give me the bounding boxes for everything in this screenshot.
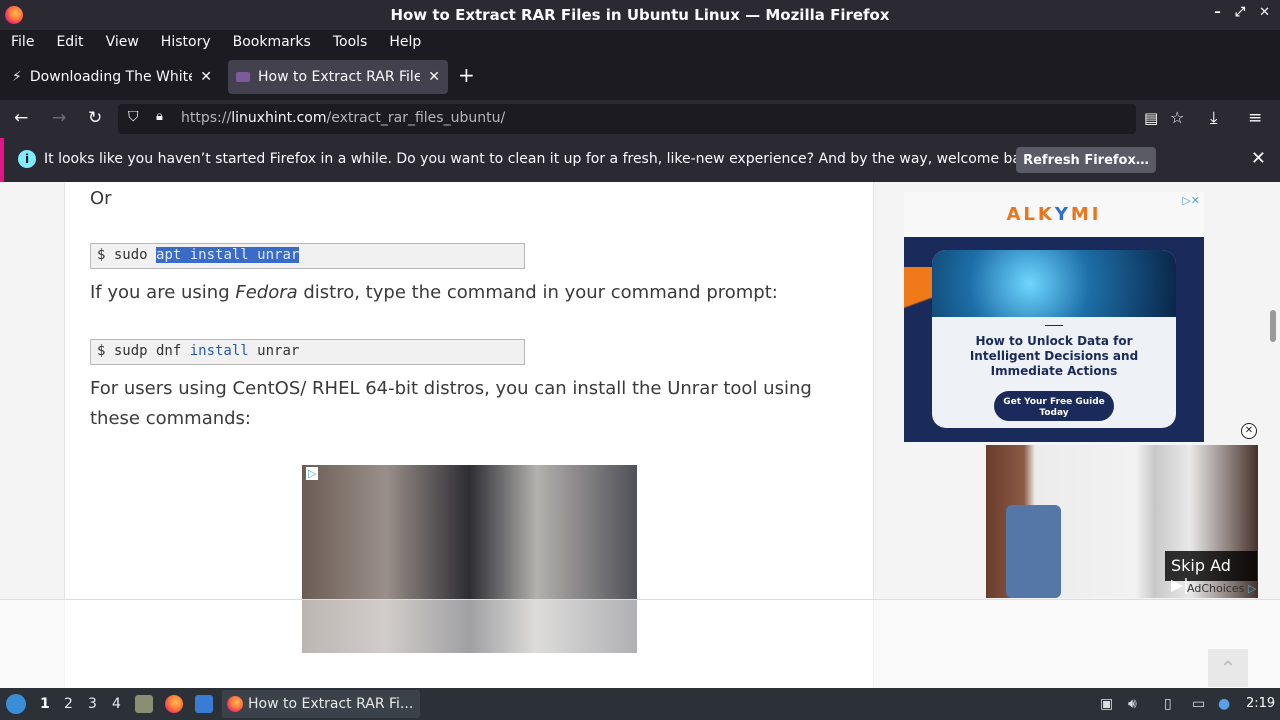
shield-icon[interactable]: ⛉ [128, 109, 139, 125]
tab-title: How to Extract RAR Files [258, 69, 421, 85]
circuit-image [932, 250, 1176, 317]
url-prefix: https:// [181, 110, 232, 126]
window-title: How to Extract RAR Files in Ubuntu Linux… [390, 6, 890, 24]
minimize-icon[interactable]: – [1214, 5, 1221, 20]
url-bar[interactable]: ⛉ 🔒︎ https://linuxhint.com/extract_rar_f… [118, 104, 1184, 134]
close-window-icon[interactable]: ✕ [1259, 5, 1270, 20]
close-notification-icon[interactable]: ✕ [1251, 148, 1266, 169]
notification-message: It looks like you haven’t started Firefo… [44, 151, 1043, 167]
bookmark-star-icon[interactable]: ☆ [1170, 108, 1184, 127]
brand-part: MI [1070, 204, 1102, 225]
ad-card: How to Unlock Data for Intelligent Decis… [932, 250, 1176, 428]
brand-part: ALK [1006, 204, 1055, 225]
get-guide-button[interactable]: Get Your Free Guide Today [994, 391, 1114, 421]
url-path: /extract_rar_files_ubuntu/ [326, 110, 506, 126]
navigation-toolbar: ← → ↻ ⛉ 🔒︎ https://linuxhint.com/extract… [0, 100, 1280, 138]
menu-edit[interactable]: Edit [45, 34, 94, 50]
code-keyword: install [189, 343, 249, 359]
clipboard-icon[interactable]: ▯ [1164, 696, 1172, 712]
file-manager-icon[interactable] [135, 695, 153, 713]
fedora-text-after: distro, type the command in your command… [297, 282, 778, 303]
task-title: How to Extract RAR Fi... [248, 696, 414, 712]
url-text[interactable]: https://linuxhint.com/extract_rar_files_… [181, 110, 505, 126]
firefox-launcher-icon[interactable] [165, 695, 183, 713]
adchoices-text: AdChoices [1187, 582, 1245, 595]
start-menu-icon[interactable] [6, 694, 26, 714]
code-prompt: $ sudp dnf [97, 343, 190, 359]
workspace-2[interactable]: 2 [64, 696, 73, 712]
menu-view[interactable]: View [95, 34, 150, 50]
window-titlebar: How to Extract RAR Files in Ubuntu Linux… [0, 0, 1280, 30]
divider [1045, 325, 1063, 326]
code-block-apt[interactable]: $ sudo apt install unrar [90, 243, 525, 269]
code-block-dnf[interactable]: $ sudp dnf install unrar [90, 339, 525, 365]
close-video-ad-icon[interactable]: ✕ [1241, 423, 1257, 439]
sticky-ad-overlay [0, 599, 1280, 688]
notification-bar: i It looks like you haven’t started Fire… [0, 138, 1280, 182]
ad-headline: How to Unlock Data for Intelligent Decis… [969, 334, 1139, 378]
tab-extract-rar[interactable]: How to Extract RAR Files ✕ [228, 60, 448, 94]
menu-history[interactable]: History [150, 34, 222, 50]
selected-code-text: apt install unrar [156, 247, 300, 263]
menu-tools[interactable]: Tools [322, 34, 379, 50]
centos-paragraph-line2: these commands: [90, 408, 251, 429]
close-tab-icon[interactable]: ✕ [428, 69, 440, 85]
tray-package-icon[interactable]: ▣ [1100, 696, 1113, 712]
desktop-icon[interactable] [195, 695, 213, 713]
tab-downloading[interactable]: ⚡ Downloading The White H ✕ [4, 60, 220, 94]
taskbar-firefox-task[interactable]: How to Extract RAR Fi... [222, 690, 420, 718]
menu-bar: File Edit View History Bookmarks Tools H… [0, 30, 1280, 54]
adchoices-triangle-icon[interactable]: ▷ [306, 467, 319, 480]
notification-tray-icon[interactable]: ● [1218, 696, 1230, 712]
downloads-icon[interactable]: ⤓ [1210, 108, 1218, 128]
reader-view-icon[interactable]: ▤ [1144, 109, 1158, 127]
menu-bookmarks[interactable]: Bookmarks [222, 34, 322, 50]
back-arrow-icon[interactable]: ← [14, 108, 28, 128]
page-content: Or $ sudo apt install unrar If you are u… [0, 182, 1280, 688]
sidebar-ad-alkymi[interactable]: ▷✕ ALKYMI How to Unlock Data for Intelli… [904, 192, 1204, 442]
maximize-icon[interactable]: ⤢ [1235, 5, 1245, 20]
hamburger-menu-icon[interactable]: ≡ [1248, 108, 1262, 128]
code-rest: unrar [248, 343, 300, 359]
system-taskbar: 1 2 3 4 How to Extract RAR Fi... ▣ 🔊︎ ▯ … [0, 688, 1280, 720]
refresh-firefox-button[interactable]: Refresh Firefox… [1016, 147, 1156, 173]
or-text: Or [90, 188, 112, 209]
firefox-task-icon [227, 696, 243, 712]
info-icon: i [18, 150, 36, 168]
page-scrollbar[interactable] [1270, 310, 1276, 342]
menu-help[interactable]: Help [378, 34, 432, 50]
lock-icon[interactable]: 🔒︎ [156, 109, 163, 124]
code-prompt: $ sudo [97, 247, 157, 263]
forward-arrow-icon[interactable]: → [52, 108, 66, 128]
fedora-text-before: If you are using [90, 282, 236, 303]
tab-title: Downloading The White H [29, 69, 192, 85]
clock: 2:19 [1246, 696, 1276, 711]
fedora-paragraph: If you are using Fedora distro, type the… [90, 278, 778, 308]
adchoices-icon: ▷ [1247, 582, 1257, 595]
window-controls: – ⤢ ✕ [1214, 5, 1270, 20]
adchoices-label[interactable]: AdChoices ▷ [1187, 582, 1256, 595]
alkymi-logo: ALKYMI [904, 204, 1204, 225]
url-domain: linuxhint.com [231, 110, 327, 126]
workspace-1[interactable]: 1 [40, 696, 50, 712]
display-icon[interactable]: ▭ [1192, 696, 1205, 712]
skip-ad-button[interactable]: Skip Ad ▶| [1165, 551, 1257, 594]
close-tab-icon[interactable]: ✕ [200, 69, 212, 85]
volume-icon[interactable]: 🔊︎ [1128, 696, 1137, 712]
menu-file[interactable]: File [0, 34, 45, 50]
scroll-to-top-button[interactable]: ⌃ [1208, 649, 1248, 687]
tab-bar: ⚡ Downloading The White H ✕ How to Extra… [0, 54, 1280, 100]
new-tab-button[interactable]: + [458, 63, 475, 87]
video-figure [1006, 505, 1061, 598]
favicon-icon [236, 72, 250, 82]
workspace-4[interactable]: 4 [112, 696, 121, 712]
fedora-em: Fedora [235, 282, 298, 303]
ad-panel: How to Unlock Data for Intelligent Decis… [904, 237, 1204, 442]
lightning-icon: ⚡ [12, 69, 22, 85]
workspace-3[interactable]: 3 [88, 696, 97, 712]
reload-icon[interactable]: ↻ [88, 108, 102, 128]
centos-paragraph-line1: For users using CentOS/ RHEL 64-bit dist… [90, 378, 812, 399]
brand-part: Y [1054, 204, 1071, 225]
